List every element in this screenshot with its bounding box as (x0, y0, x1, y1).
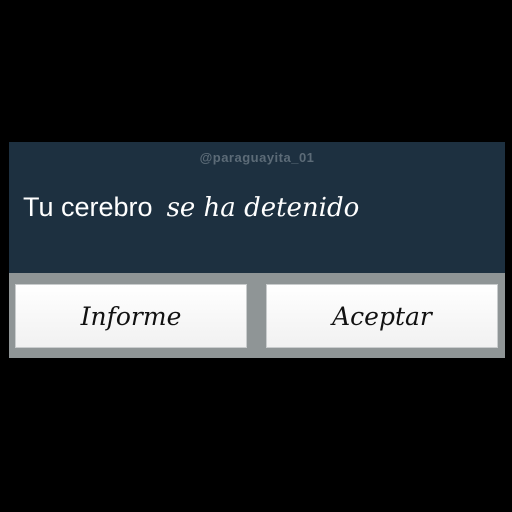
watermark-text: @paraguayita_01 (199, 150, 315, 165)
dialog-button-bar: Informe Aceptar (9, 273, 505, 358)
report-button[interactable]: Informe (15, 284, 247, 348)
screen: @paraguayita_01 Tu cerebro se ha detenido… (0, 0, 512, 512)
dialog-message: Tu cerebro se ha detenido (23, 192, 359, 223)
error-message: se ha detenido (166, 193, 360, 223)
app-name: Tu cerebro (23, 192, 153, 222)
accept-button[interactable]: Aceptar (266, 284, 498, 348)
dialog-body: @paraguayita_01 Tu cerebro se ha detenido (9, 142, 505, 273)
error-dialog: @paraguayita_01 Tu cerebro se ha detenido… (9, 142, 505, 358)
